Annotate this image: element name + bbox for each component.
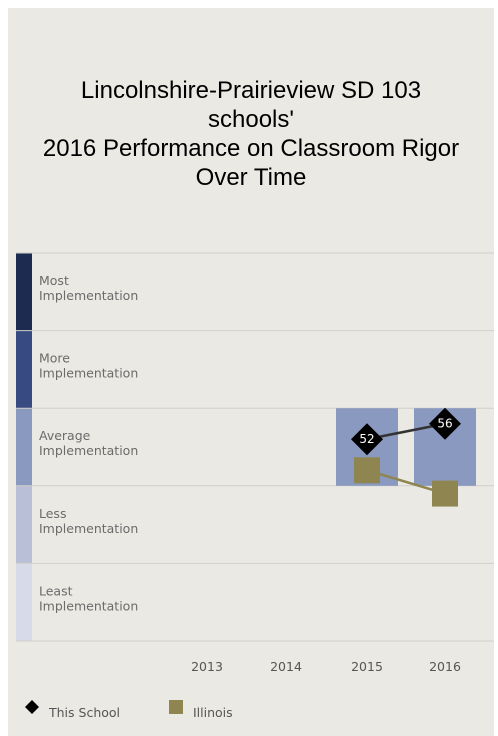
data-label: 52 [359, 432, 374, 446]
band-label: Implementation [39, 443, 138, 458]
band-label: Most [39, 273, 69, 288]
data-label: 56 [437, 417, 452, 431]
x-tick-label: 2016 [429, 659, 461, 674]
legend-square-icon [169, 700, 183, 714]
data-point-square [354, 457, 380, 484]
legend-label: This School [48, 705, 120, 720]
band-label: Least [39, 583, 73, 598]
performance-chart: MostImplementationMoreImplementationAver… [16, 252, 494, 720]
band-label: Less [39, 506, 66, 521]
band-label: Average [39, 428, 91, 443]
band-color-stripe [16, 563, 32, 641]
band-color-stripe [16, 408, 32, 486]
band-label: Implementation [39, 598, 138, 613]
band-label: Implementation [39, 366, 138, 381]
legend-diamond-icon [25, 700, 39, 714]
x-tick-label: 2014 [270, 659, 302, 674]
band-label: More [39, 351, 70, 366]
x-tick-label: 2013 [191, 659, 223, 674]
band-color-stripe [16, 485, 32, 564]
data-point-square [432, 480, 458, 507]
band-label: Implementation [39, 521, 138, 536]
band-color-stripe [16, 253, 32, 331]
legend-label: Illinois [193, 705, 233, 720]
band-label: Implementation [39, 288, 138, 303]
band-color-stripe [16, 330, 32, 409]
x-tick-label: 2015 [351, 659, 383, 674]
